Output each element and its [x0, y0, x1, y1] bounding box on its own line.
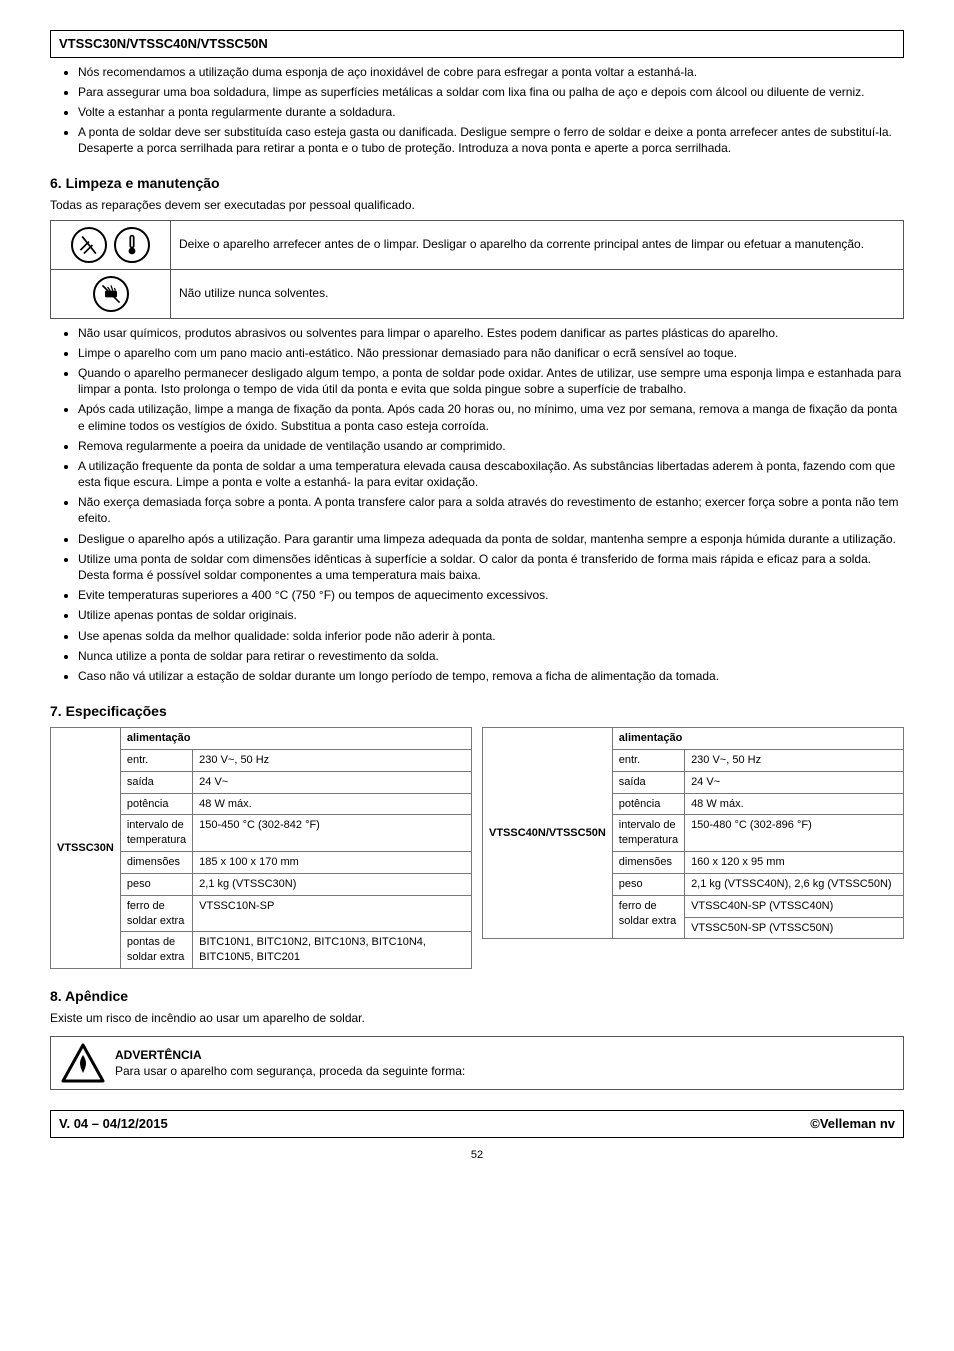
fire-warning-icon	[61, 1043, 105, 1083]
cell-v: 48 W máx.	[193, 793, 472, 815]
list-item: Não exerça demasiada força sobre a ponta…	[78, 494, 904, 526]
list-item: Nós recomendamos a utilização duma espon…	[78, 64, 904, 80]
section-6-title: 6. Limpeza e manutenção	[50, 174, 904, 193]
warn-text-2: Não utilize nunca solventes.	[171, 269, 904, 318]
row-label: potência	[612, 793, 684, 815]
cell-v: 48 W máx.	[685, 793, 904, 815]
section-7-title: 7. Especificações	[50, 702, 904, 721]
row-label: alimentação	[120, 728, 471, 750]
model-label-left: VTSSC30N	[51, 728, 121, 969]
row-label: pontas de soldar extra	[120, 932, 192, 969]
top-bullet-list: Nós recomendamos a utilização duma espon…	[50, 64, 904, 157]
unplug-icon	[71, 227, 107, 263]
row-label: ferro de soldar extra	[120, 895, 192, 932]
cell-v: BITC10N1, BITC10N2, BITC10N3, BITC10N4, …	[193, 932, 472, 969]
list-item: Volte a estanhar a ponta regularmente du…	[78, 104, 904, 120]
list-item: Utilize uma ponta de soldar com dimensõe…	[78, 551, 904, 583]
spec-table-left: VTSSC30N alimentação entr.230 V~, 50 Hz …	[50, 727, 472, 969]
list-item: Utilize apenas pontas de soldar originai…	[78, 607, 904, 623]
spec-columns: VTSSC30N alimentação entr.230 V~, 50 Hz …	[50, 727, 904, 969]
cell-v: VTSSC10N-SP	[193, 895, 472, 932]
cell-v: 160 x 120 x 95 mm	[685, 852, 904, 874]
cell-v: 185 x 100 x 170 mm	[193, 852, 472, 874]
fire-warning-text: ADVERTÊNCIA Para usar o aparelho com seg…	[115, 1047, 893, 1079]
warning-subtext: Para usar o aparelho com segurança, proc…	[115, 1063, 893, 1079]
row-label: ferro de soldar extra	[612, 895, 684, 939]
section-8-sub: Existe um risco de incêndio ao usar um a…	[50, 1010, 904, 1026]
row-label: intervalo de temperatura	[612, 815, 684, 852]
list-item: Para assegurar uma boa soldadura, limpe …	[78, 84, 904, 100]
spec-table-right: VTSSC40N/VTSSC50N alimentação entr.230 V…	[482, 727, 904, 939]
row-label: intervalo de temperatura	[120, 815, 192, 852]
cell-v: VTSSC40N-SP (VTSSC40N)	[685, 895, 904, 917]
list-item: Evite temperaturas superiores a 400 °C (…	[78, 587, 904, 603]
footer-right: ©Velleman nv	[810, 1115, 895, 1133]
section-6-bullets: Não usar químicos, produtos abrasivos ou…	[50, 325, 904, 685]
warning-icon-table: Deixe o aparelho arrefecer antes de o li…	[50, 220, 904, 319]
section-6-sub: Todas as reparações devem ser executadas…	[50, 197, 904, 213]
cell-k: entr.	[120, 749, 192, 771]
list-item: Não usar químicos, produtos abrasivos ou…	[78, 325, 904, 341]
cell-v: 24 V~	[685, 771, 904, 793]
row-label: peso	[120, 873, 192, 895]
spec-right: VTSSC40N/VTSSC50N alimentação entr.230 V…	[482, 727, 904, 969]
cell-v: 150-480 °C (302-896 °F)	[685, 815, 904, 852]
list-item: A ponta de soldar deve ser substituída c…	[78, 124, 904, 156]
list-item: Limpe o aparelho com um pano macio anti-…	[78, 345, 904, 361]
header-model: VTSSC30N/VTSSC40N/VTSSC50N	[59, 35, 268, 53]
cell-v: 2,1 kg (VTSSC40N), 2,6 kg (VTSSC50N)	[685, 873, 904, 895]
model-label-right: VTSSC40N/VTSSC50N	[483, 728, 613, 939]
row-label: dimensões	[612, 852, 684, 874]
list-item: Após cada utilização, limpe a manga de f…	[78, 401, 904, 433]
fire-warning: ADVERTÊNCIA Para usar o aparelho com seg…	[50, 1036, 904, 1090]
list-item: Remova regularmente a poeira da unidade …	[78, 438, 904, 454]
cell-v: 24 V~	[193, 771, 472, 793]
list-item: Use apenas solda da melhor qualidade: so…	[78, 628, 904, 644]
warning-title: ADVERTÊNCIA	[115, 1047, 893, 1063]
footer-left: V. 04 – 04/12/2015	[59, 1115, 168, 1133]
thermometer-icon	[114, 227, 150, 263]
row-label: potência	[120, 793, 192, 815]
no-solvent-icon	[93, 276, 129, 312]
list-item: A utilização frequente da ponta de solda…	[78, 458, 904, 490]
cell-v: VTSSC50N-SP (VTSSC50N)	[685, 917, 904, 939]
cell-k: saída	[612, 771, 684, 793]
cell-k: entr.	[612, 749, 684, 771]
cell-v: 230 V~, 50 Hz	[685, 749, 904, 771]
list-item: Desligue o aparelho após a utilização. P…	[78, 531, 904, 547]
row-label: peso	[612, 873, 684, 895]
no-solvent-cell	[51, 269, 171, 318]
list-item: Nunca utilize a ponta de soldar para ret…	[78, 648, 904, 664]
page-header: VTSSC30N/VTSSC40N/VTSSC50N	[50, 30, 904, 58]
section-8-title: 8. Apêndice	[50, 987, 904, 1006]
unplug-temp-cell	[51, 220, 171, 269]
warn-text-1: Deixe o aparelho arrefecer antes de o li…	[171, 220, 904, 269]
cell-v: 2,1 kg (VTSSC30N)	[193, 873, 472, 895]
row-label: alimentação	[612, 728, 903, 750]
page-number: 52	[50, 1148, 904, 1163]
cell-v: 230 V~, 50 Hz	[193, 749, 472, 771]
row-label: dimensões	[120, 852, 192, 874]
list-item: Quando o aparelho permanecer desligado a…	[78, 365, 904, 397]
cell-v: 150-450 °C (302-842 °F)	[193, 815, 472, 852]
page-footer: V. 04 – 04/12/2015 ©Velleman nv	[50, 1110, 904, 1138]
list-item: Caso não vá utilizar a estação de soldar…	[78, 668, 904, 684]
spec-left: VTSSC30N alimentação entr.230 V~, 50 Hz …	[50, 727, 472, 969]
cell-k: saída	[120, 771, 192, 793]
